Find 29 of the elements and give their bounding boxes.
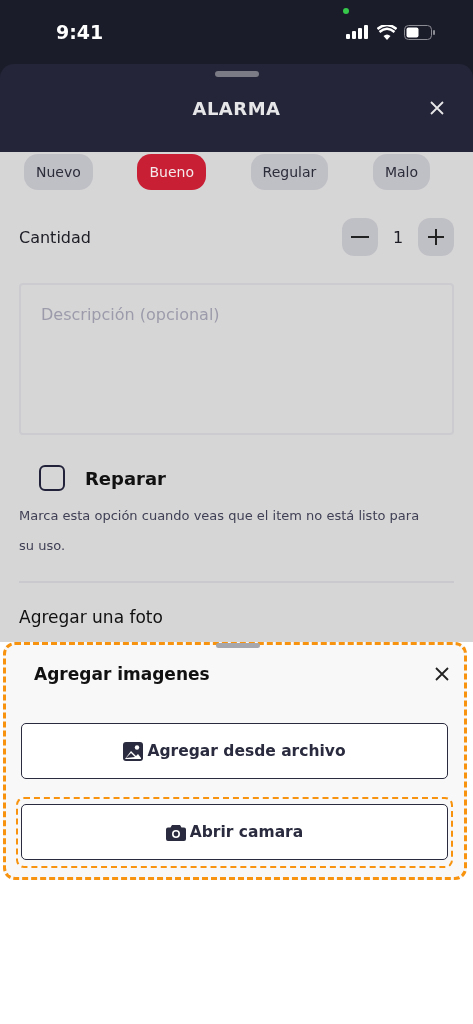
signal-icon (346, 25, 370, 39)
battery-icon (404, 24, 435, 40)
increment-button[interactable] (418, 218, 454, 256)
decrement-button[interactable] (342, 218, 378, 256)
privacy-dot (343, 8, 349, 14)
condition-chip[interactable]: Malo (372, 154, 430, 190)
description-field[interactable]: Descripción (opcional) (19, 283, 454, 435)
camera-icon (165, 823, 186, 841)
photo-section-title: Agregar una foto (19, 607, 164, 627)
close-button[interactable] (434, 666, 450, 682)
quantity-label: Cantidad (19, 227, 92, 247)
add-file-button[interactable]: Agregar desde archivo (21, 723, 448, 779)
image-sheet-title: Agregar imagenes (34, 664, 211, 684)
repair-checkbox[interactable] (39, 465, 65, 491)
condition-chip[interactable]: Regular (250, 154, 329, 190)
drag-handle[interactable] (215, 71, 259, 77)
wifi-icon (377, 24, 397, 40)
condition-chip[interactable]: Bueno (137, 154, 206, 190)
repair-hint: Marca esta opción cuando veas que el item no está listo para su uso. (19, 507, 421, 555)
condition-chip[interactable]: Nuevo (24, 154, 93, 190)
minus-icon (351, 236, 369, 238)
status-time: 9:41 (56, 21, 105, 43)
open-camera-button[interactable]: Abrir camara (21, 804, 448, 860)
plus-icon (426, 227, 446, 247)
repair-label: Reparar (85, 467, 166, 489)
quantity-value: 1 (391, 227, 405, 247)
image-icon (123, 741, 144, 761)
sheet-title: ALARMA (192, 97, 281, 119)
drag-handle[interactable] (216, 643, 260, 648)
